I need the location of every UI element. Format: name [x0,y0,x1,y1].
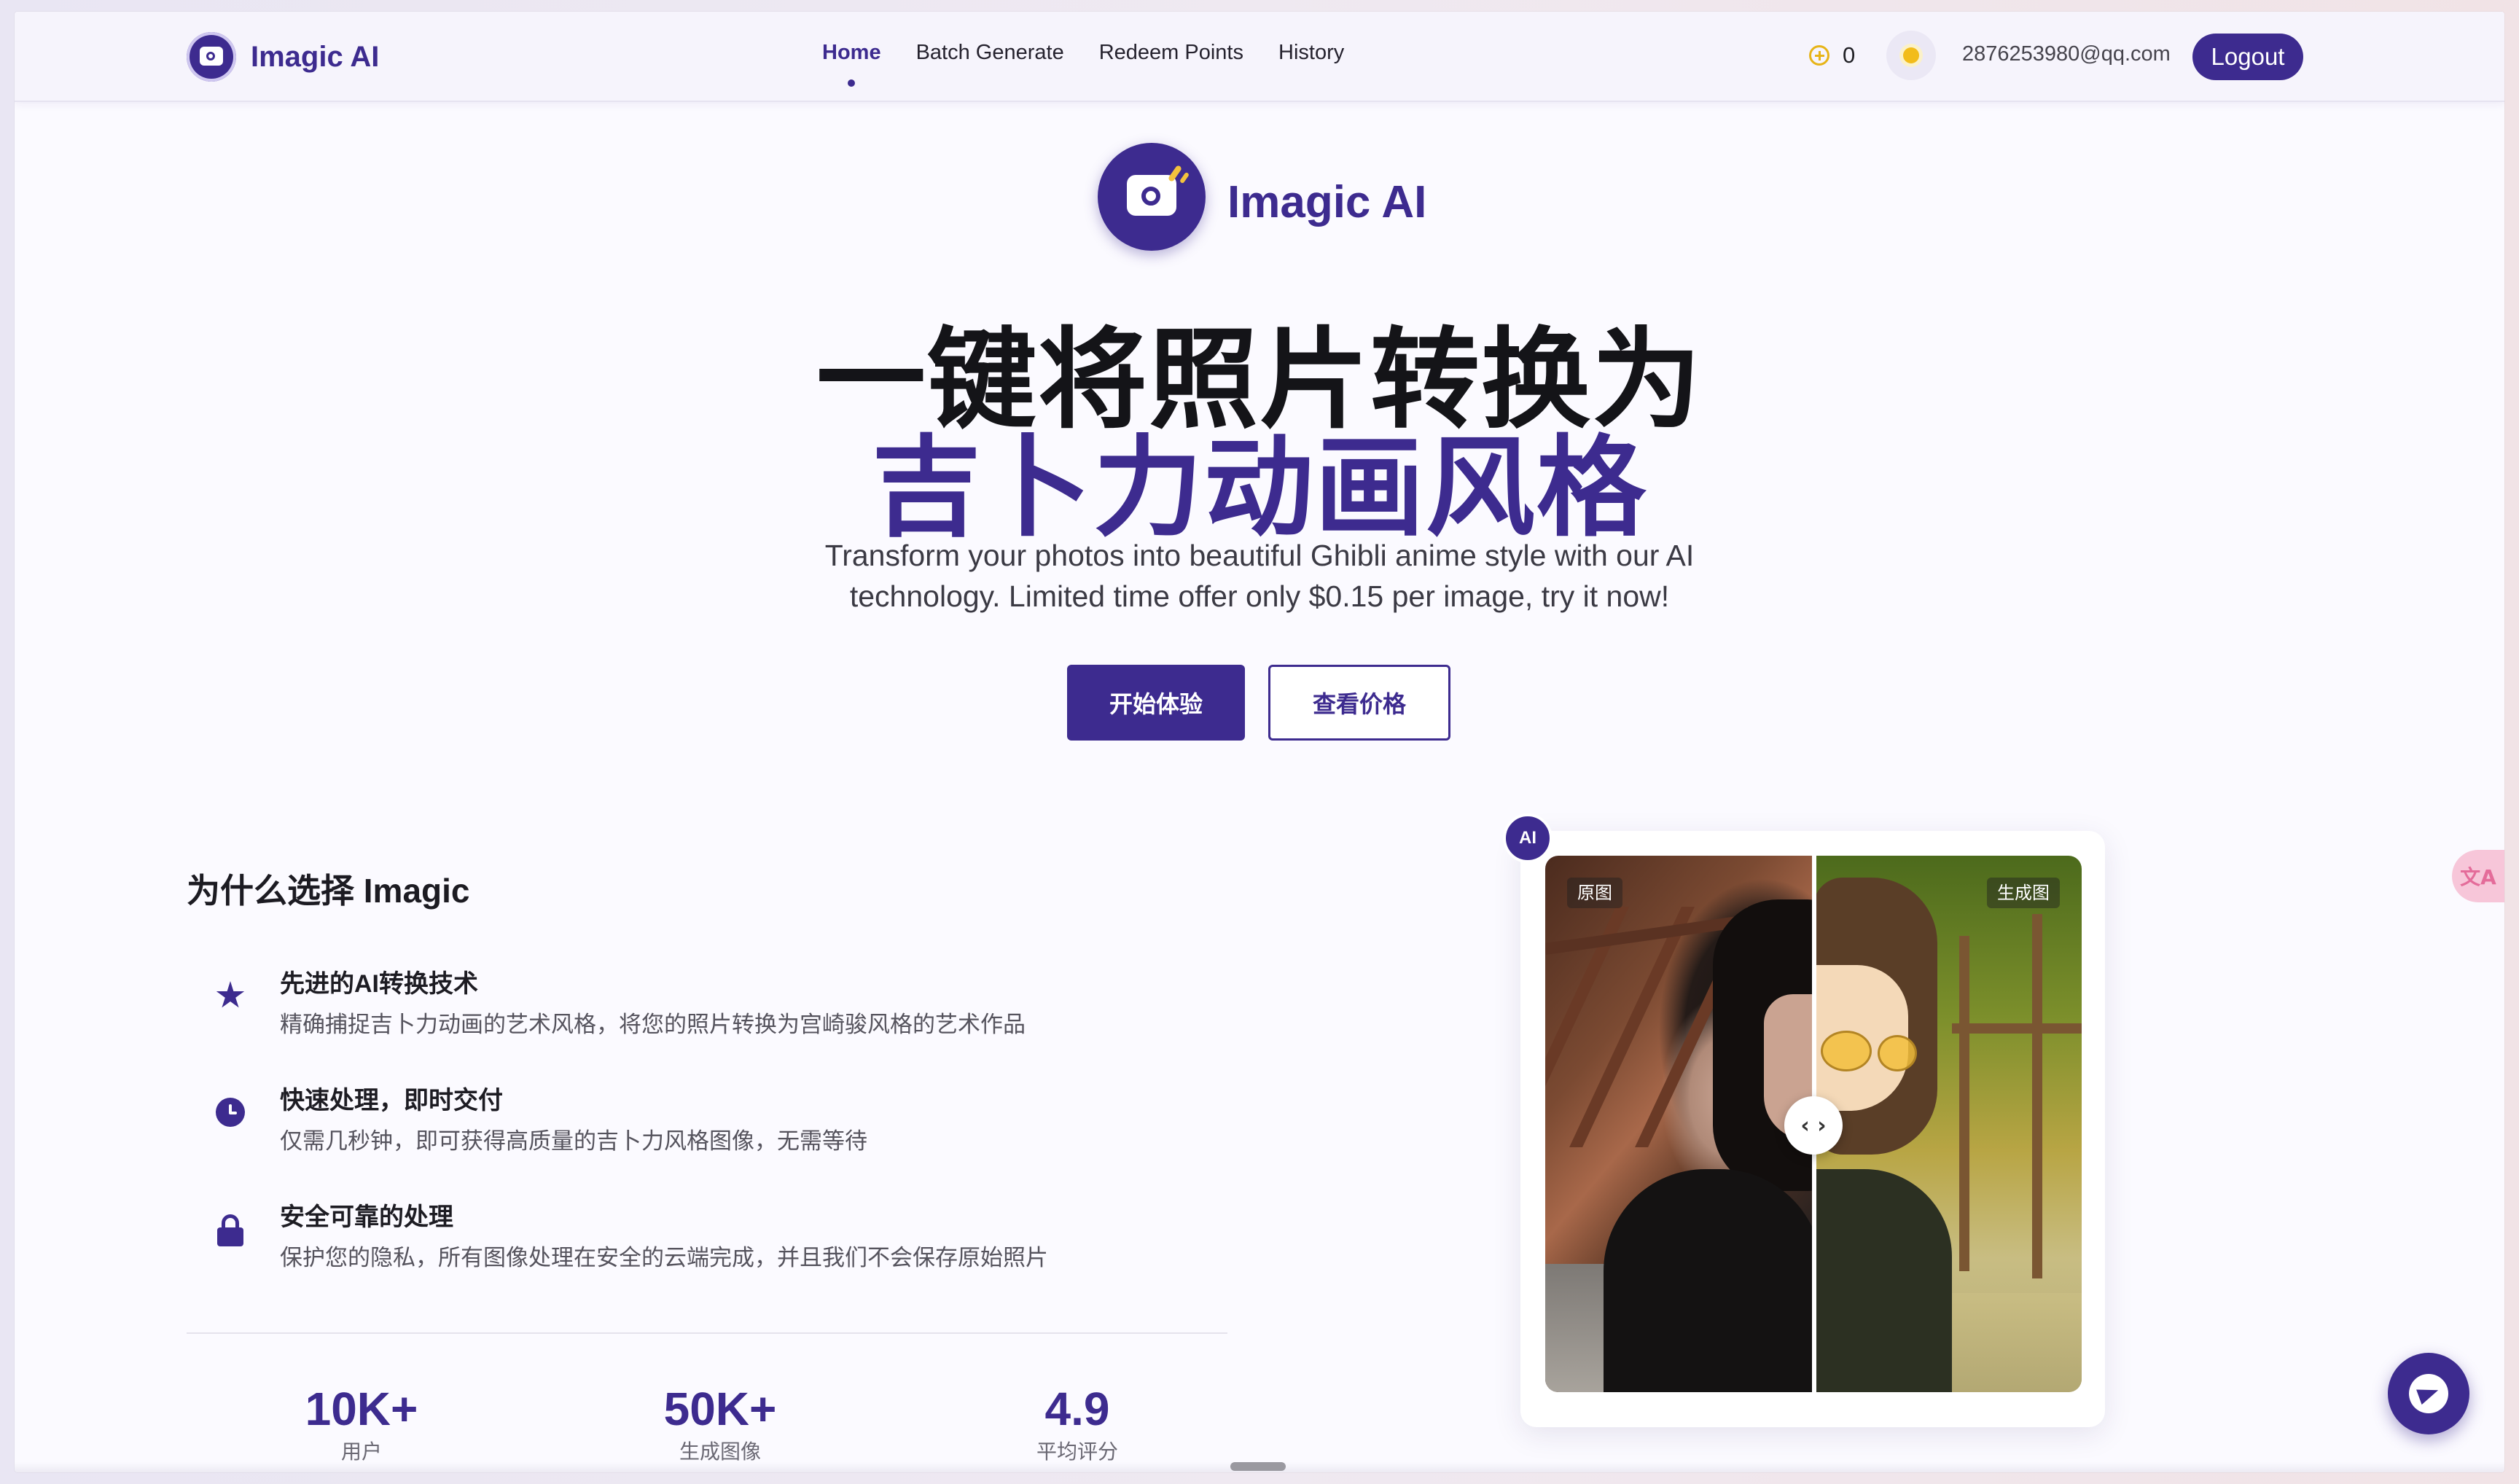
telegram-chat-button[interactable] [2388,1353,2469,1434]
browser-viewport: Imagic AI Home Batch Generate Redeem Poi… [15,12,2504,1472]
stat-label: 用户 [340,1440,382,1463]
nav-redeem-points[interactable]: Redeem Points [1099,41,1243,65]
hero-camera-logo-icon [1098,143,1206,251]
hero-subtitle: Transform your photos into beautiful Ghi… [824,539,1695,613]
clock-icon [216,1098,248,1130]
start-button[interactable]: 开始体验 [1067,665,1245,741]
brand-name: Imagic AI [251,40,380,73]
image-compare-slider[interactable]: ‹ › 原图 生成图 [1545,856,2082,1392]
feature-title: 先进的AI转换技术 [280,970,478,998]
original-photo [1545,856,1837,1392]
scrollbar-handle[interactable] [1230,1462,1286,1471]
stat-value: 4.9 [1044,1383,1110,1435]
feature-item: 快速处理，即时交付 仅需几秒钟，即可获得高质量的吉卜力风格图像，无需等待 [187,1080,1251,1160]
star-icon [216,981,248,1013]
stat-rating: 4.9 平均评分 [968,1383,1187,1465]
feature-item: 先进的AI转换技术 精确捕捉吉卜力动画的艺术风格，将您的照片转换为宫崎骏风格的艺… [187,964,1251,1044]
hero-title-line2: 吉卜力动画风格 [871,425,1647,552]
top-navbar: Imagic AI Home Batch Generate Redeem Poi… [15,12,2504,102]
camera-logo-icon [187,32,236,82]
points-value: 0 [1843,42,1856,68]
view-pricing-button[interactable]: 查看价格 [1268,665,1450,741]
ai-badge: AI [1503,813,1553,863]
feature-desc: 保护您的隐私，所有图像处理在安全的云端完成，并且我们不会保存原始照片 [280,1245,1048,1270]
section-divider [187,1332,1227,1334]
generated-label: 生成图 [1987,878,2060,908]
stat-value: 50K+ [663,1383,777,1435]
stat-label: 平均评分 [1036,1440,1118,1463]
compare-handle-icon[interactable]: ‹ › [1784,1096,1843,1155]
feature-title: 安全可靠的处理 [280,1203,453,1231]
nav-batch-generate[interactable]: Batch Generate [916,41,1064,65]
hero-brand-name: Imagic AI [1227,177,1427,227]
lock-icon [216,1214,248,1246]
generated-photo [1813,856,2082,1392]
coin-icon [1809,45,1829,66]
why-section-title: 为什么选择 Imagic [187,872,470,910]
translate-icon[interactable]: 文A [2452,850,2504,902]
stat-label: 生成图像 [679,1440,761,1463]
stat-value: 10K+ [305,1383,418,1435]
feature-desc: 精确捕捉吉卜力动画的艺术风格，将您的照片转换为宫崎骏风格的艺术作品 [280,1012,1026,1037]
theme-toggle-button[interactable] [1886,31,1936,80]
points-balance[interactable]: 0 [1809,42,1855,69]
nav-home[interactable]: Home [822,41,881,87]
brand-link[interactable]: Imagic AI [187,32,379,82]
feature-item: 安全可靠的处理 保护您的隐私，所有图像处理在安全的云端完成，并且我们不会保存原始… [187,1197,1251,1277]
sun-icon [1903,47,1919,63]
stat-users: 10K+ 用户 [252,1383,471,1465]
telegram-icon [2409,1374,2448,1413]
logout-button[interactable]: Logout [2192,34,2303,80]
original-label: 原图 [1567,878,1622,908]
feature-title: 快速处理，即时交付 [280,1087,503,1114]
nav-history[interactable]: History [1278,41,1344,65]
nav-links: Home Batch Generate Redeem Points Histor… [822,41,1344,87]
user-email: 2876253980@qq.com [1962,42,2171,66]
feature-desc: 仅需几秒钟，即可获得高质量的吉卜力风格图像，无需等待 [280,1128,867,1154]
stat-images: 50K+ 生成图像 [611,1383,829,1465]
